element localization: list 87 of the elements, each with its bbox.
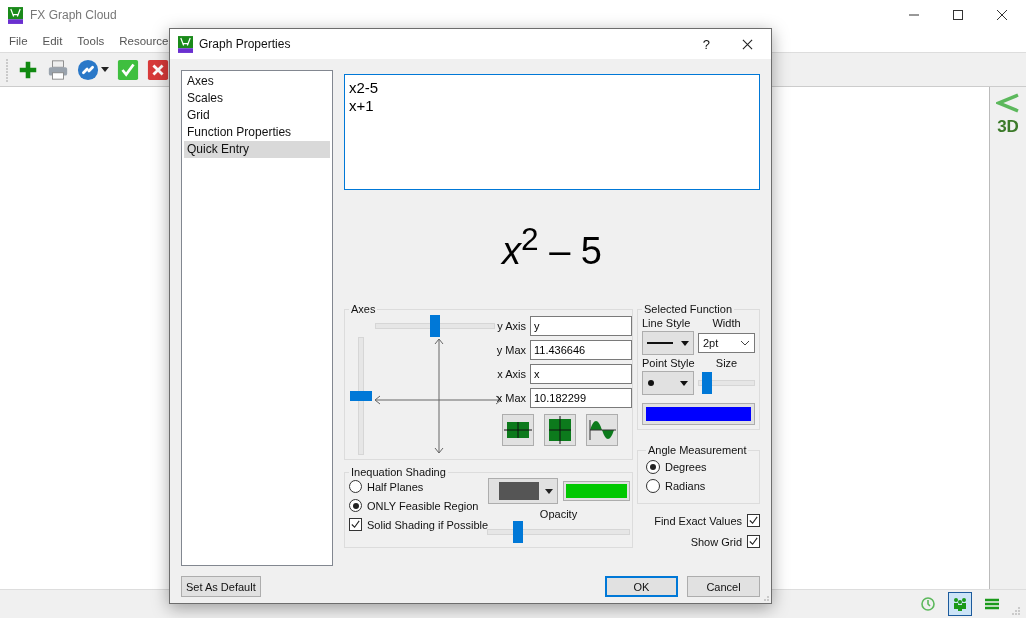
fill-color-dropdown[interactable] bbox=[487, 478, 558, 504]
axis-field[interactable]: 11.436646 bbox=[530, 340, 632, 360]
opacity-slider[interactable] bbox=[487, 521, 630, 543]
3d-toggle[interactable]: 3D bbox=[997, 117, 1019, 137]
field-label: Point Style bbox=[642, 357, 695, 369]
radio-button[interactable] bbox=[646, 479, 660, 493]
maximize-icon[interactable] bbox=[952, 9, 964, 21]
category-item[interactable]: Axes bbox=[184, 73, 330, 90]
app-logo-icon bbox=[178, 35, 193, 53]
printer-icon[interactable] bbox=[47, 58, 69, 81]
chevron-down-icon bbox=[740, 340, 750, 346]
option-label: Half Planes bbox=[367, 480, 424, 493]
menu-item[interactable]: Tools bbox=[77, 35, 105, 47]
caret-icon bbox=[681, 340, 689, 346]
radio-button[interactable] bbox=[646, 460, 660, 474]
axes-full-button[interactable] bbox=[544, 414, 576, 446]
menu-item[interactable]: Resource bbox=[119, 35, 169, 47]
caret-icon bbox=[680, 380, 688, 386]
option-label: Show Grid bbox=[690, 535, 742, 548]
slider-thumb[interactable] bbox=[350, 391, 372, 401]
category-item[interactable]: Function Properties bbox=[184, 124, 330, 141]
slider-thumb[interactable] bbox=[513, 521, 524, 543]
field-label: y Max bbox=[495, 344, 526, 356]
slider-thumb[interactable] bbox=[430, 315, 440, 337]
menu-item[interactable]: File bbox=[9, 35, 28, 47]
field-label: y Axis bbox=[496, 320, 526, 332]
opacity-label: Opacity bbox=[539, 508, 578, 520]
radio-button[interactable] bbox=[349, 499, 362, 512]
clock-icon bbox=[920, 596, 936, 612]
option-label: Solid Shading if Possible bbox=[367, 518, 489, 531]
width-dropdown[interactable]: 2pt bbox=[698, 333, 755, 353]
group-title: Selected Function bbox=[643, 303, 734, 315]
ok-button[interactable]: OK bbox=[605, 576, 678, 597]
quick-entry-field[interactable]: x2-5 x+1 bbox=[344, 74, 760, 190]
field-label: x Axis bbox=[496, 368, 526, 380]
caret-icon[interactable] bbox=[101, 67, 109, 72]
width-value: 2pt bbox=[703, 337, 719, 349]
vertical-slider[interactable] bbox=[350, 337, 372, 455]
axes-grid-button[interactable] bbox=[502, 414, 534, 446]
radio-button[interactable] bbox=[349, 480, 362, 493]
field-label: Line Style bbox=[642, 317, 691, 329]
help-button[interactable]: ? bbox=[702, 36, 710, 52]
resize-grip-icon[interactable] bbox=[761, 593, 769, 601]
grip-icon bbox=[5, 57, 9, 82]
checkbox[interactable] bbox=[349, 518, 362, 531]
wave-button[interactable] bbox=[586, 414, 618, 446]
dot-icon bbox=[648, 380, 654, 386]
cross-icon[interactable] bbox=[147, 58, 169, 81]
caret-icon bbox=[544, 488, 553, 494]
horizontal-slider[interactable] bbox=[375, 315, 495, 337]
category-item[interactable]: Grid bbox=[184, 107, 330, 124]
group-title: Inequation Shading bbox=[350, 466, 447, 478]
formula-preview: x$^{2}$ – 5 bbox=[502, 220, 602, 273]
app-logo-icon bbox=[8, 6, 23, 24]
category-item[interactable]: Quick Entry bbox=[184, 141, 330, 158]
set-as-default-button[interactable]: Set As Default bbox=[181, 576, 261, 597]
dialog-title: Graph Properties bbox=[199, 37, 291, 51]
menu-icon bbox=[984, 596, 1000, 612]
group-title: Angle Measurement bbox=[647, 444, 748, 456]
option-label: Find Exact Values bbox=[654, 514, 742, 527]
checkbox[interactable] bbox=[747, 514, 760, 527]
status-tool[interactable] bbox=[948, 592, 972, 616]
axis-field[interactable]: 10.182299 bbox=[530, 388, 632, 408]
people-icon bbox=[952, 596, 968, 612]
option-label: Degrees bbox=[665, 461, 707, 473]
option-label: ONLY Feasible Region bbox=[367, 499, 479, 512]
close-icon[interactable] bbox=[742, 38, 753, 50]
point-style-dropdown[interactable] bbox=[642, 371, 694, 395]
checkbox[interactable] bbox=[747, 535, 760, 548]
option-label: Radians bbox=[665, 480, 706, 492]
category-item[interactable]: Scales bbox=[184, 90, 330, 107]
line-style-dropdown[interactable] bbox=[642, 331, 694, 355]
axis-field[interactable]: y bbox=[530, 316, 632, 336]
cancel-button[interactable]: Cancel bbox=[687, 576, 760, 597]
field-label: x Max bbox=[495, 392, 526, 404]
menu-item[interactable]: Edit bbox=[42, 35, 63, 47]
check-icon[interactable] bbox=[117, 58, 139, 81]
line-sample-icon bbox=[647, 341, 673, 345]
resize-grip-icon[interactable] bbox=[1012, 607, 1020, 615]
size-slider[interactable] bbox=[698, 372, 755, 394]
close-icon[interactable] bbox=[996, 9, 1008, 21]
field-label: Size bbox=[714, 357, 739, 369]
field-label: Width bbox=[711, 317, 742, 329]
group-title: Axes bbox=[350, 303, 377, 315]
slider-thumb[interactable] bbox=[701, 372, 712, 394]
axis-field[interactable]: x bbox=[530, 364, 632, 384]
window-title: FX Graph Cloud bbox=[30, 8, 117, 22]
